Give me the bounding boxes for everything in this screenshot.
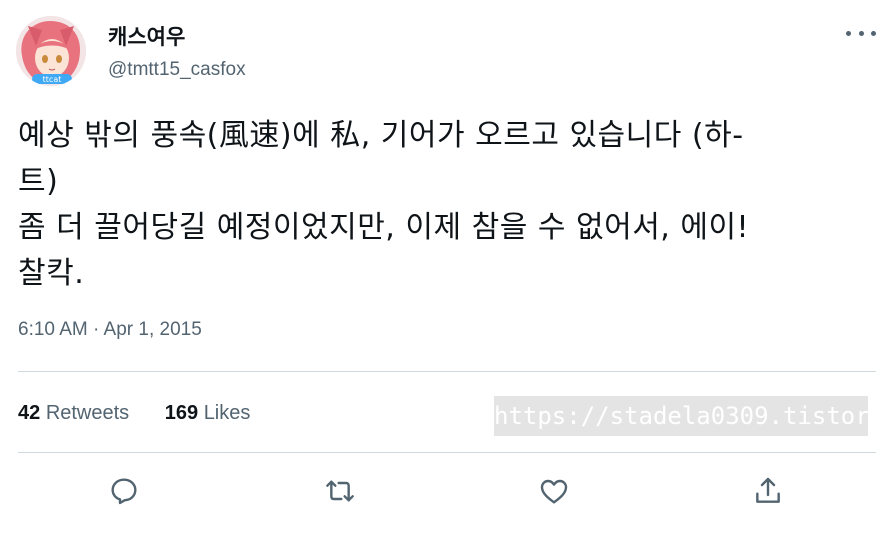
tweet-text-line: 예상 밖의 풍속(風速)에 私, 기어가 오르고 있습니다 (하- bbox=[18, 118, 744, 153]
more-options-icon[interactable] bbox=[846, 24, 876, 42]
more-dot bbox=[846, 30, 851, 36]
tweet-text: 예상 밖의 풍속(風速)에 私, 기어가 오르고 있습니다 (하- 트) 좀 더… bbox=[18, 113, 880, 297]
divider bbox=[18, 452, 876, 453]
more-dot bbox=[871, 30, 876, 36]
retweets-stat[interactable]: 42 Retweets bbox=[18, 397, 129, 429]
author-display-name[interactable]: 캐스여우 bbox=[108, 22, 246, 52]
retweet-button[interactable] bbox=[322, 473, 358, 509]
like-button[interactable] bbox=[536, 473, 572, 509]
heart-icon bbox=[540, 479, 568, 504]
avatar-image: ttcat bbox=[16, 16, 86, 86]
retweets-count: 42 bbox=[18, 402, 41, 424]
tweet-text-line: 좀 더 끌어당길 예정이었지만, 이제 참을 수 없어서, 에이! bbox=[18, 210, 750, 245]
tweet-stats: 42 Retweets 169 Likes bbox=[18, 397, 250, 429]
likes-label: Likes bbox=[203, 402, 251, 424]
reply-button[interactable] bbox=[106, 473, 142, 509]
watermark-url: https://stadela0309.tistory.com bbox=[494, 396, 868, 436]
likes-stat[interactable]: 169 Likes bbox=[165, 397, 251, 429]
tweet-author: 캐스여우 @tmtt15_casfox bbox=[108, 22, 246, 83]
author-handle[interactable]: @tmtt15_casfox bbox=[108, 57, 246, 83]
share-icon bbox=[756, 477, 780, 503]
divider bbox=[18, 371, 876, 372]
likes-count: 169 bbox=[164, 402, 199, 424]
retweet-icon bbox=[326, 480, 354, 502]
share-button[interactable] bbox=[750, 473, 786, 509]
retweets-label: Retweets bbox=[45, 402, 130, 424]
tweet-text-line: 트) bbox=[18, 164, 59, 199]
avatar-badge-text: ttcat bbox=[43, 75, 62, 84]
avatar[interactable]: ttcat bbox=[16, 16, 86, 86]
tweet-action-bar bbox=[0, 473, 894, 509]
reply-icon bbox=[111, 478, 137, 505]
tweet-timestamp[interactable]: 6:10 AM · Apr 1, 2015 bbox=[18, 319, 202, 341]
tweet-text-line: 찰칵. bbox=[18, 256, 85, 291]
more-dot bbox=[858, 30, 864, 36]
